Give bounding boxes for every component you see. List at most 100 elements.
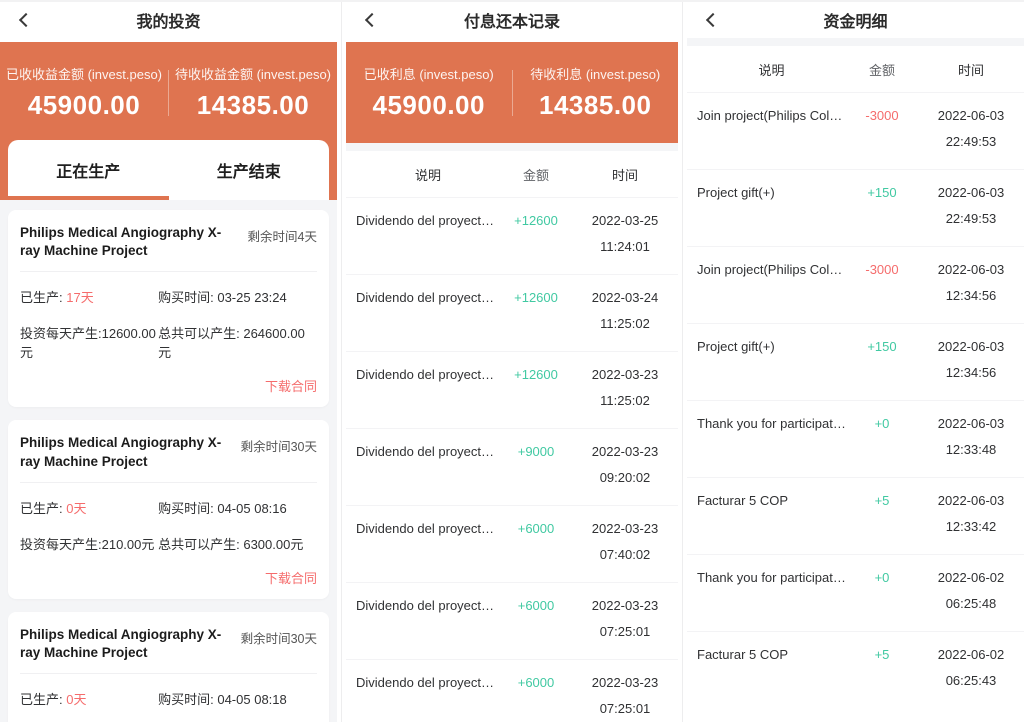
record-description: Join project(Philips Color Porta...: [697, 108, 846, 123]
table-row: Project gift(+) +150 2022-06-03 22:49:53: [687, 169, 1024, 246]
record-time: 2022-06-03 12:34:56: [937, 339, 1005, 380]
project-list: Philips Medical Angiography X-ray Machin…: [0, 200, 337, 722]
table-row: Facturar 5 COP +5 2022-06-02 06:25:43: [687, 631, 1024, 708]
table-header: 说明 金额 时间: [687, 46, 1024, 92]
table-header: 说明 金额 时间: [346, 151, 678, 197]
record-amount: +6000: [517, 675, 555, 690]
record-description: Dividendo del proyecto-(Philips...: [356, 290, 500, 305]
table-row: Thank you for participating, pri... +0 2…: [687, 554, 1024, 631]
col-header-description: 说明: [414, 167, 441, 183]
record-description: Facturar 5 COP: [697, 647, 789, 662]
record-amount: -3000: [865, 262, 899, 277]
back-button[interactable]: [356, 2, 384, 38]
back-button[interactable]: [697, 2, 725, 38]
screen-my-investment: 我的投资 已收收益金额 (invest.peso) 45900.00 待收收益金…: [0, 2, 337, 722]
record-description: Dividendo del proyecto-(Philips...: [356, 521, 500, 536]
project-title: Philips Medical Angiography X-ray Machin…: [20, 435, 222, 469]
total-output: 总共可以产生: 264600.00元: [158, 326, 305, 361]
col-header-time: 时间: [611, 167, 638, 183]
screen-fund-details: 资金明细 说明 金额 时间 Join project(Philips Color…: [687, 2, 1024, 722]
record-time: 2022-06-02 06:25:48: [937, 570, 1005, 611]
record-description: Project gift(+): [697, 339, 775, 354]
tab-production-ended[interactable]: 生产结束: [169, 140, 330, 200]
table-row: Dividendo del proyecto-(Philips... +6000…: [346, 659, 678, 722]
stat-received-interest: 已收利息 (invest.peso) 45900.00: [346, 64, 512, 121]
produced-days: 已生产: 17天: [20, 290, 94, 306]
nav-bar: 付息还本记录: [346, 2, 678, 38]
section-spacer: [346, 143, 678, 151]
screen-interest-records: 付息还本记录 已收利息 (invest.peso) 45900.00 待收利息 …: [346, 2, 678, 722]
record-description: Dividendo del proyecto-(Philips...: [356, 675, 500, 690]
nav-bar: 资金明细: [687, 2, 1024, 38]
record-time: 2022-03-23 11:25:02: [591, 367, 659, 408]
table-row: Join project(Philips Color Porta... -300…: [687, 246, 1024, 323]
record-amount: -3000: [865, 108, 899, 123]
record-amount: +9000: [517, 444, 555, 459]
project-title: Philips Medical Angiography X-ray Machin…: [20, 626, 222, 661]
chevron-left-icon: [18, 12, 34, 28]
record-time: 2022-06-03 12:34:56: [937, 262, 1005, 303]
page-title: 付息还本记录: [463, 14, 560, 31]
record-time: 2022-03-24 11:25:02: [591, 290, 659, 331]
stat-label: 待收利息 (invest.peso): [530, 67, 661, 82]
download-contract-link[interactable]: 下载合同: [20, 376, 317, 395]
record-description: Dividendo del proyecto-(Philips...: [356, 367, 500, 382]
record-amount: +12600: [514, 213, 558, 228]
record-amount: +5: [874, 493, 890, 508]
record-amount: +6000: [517, 521, 555, 536]
daily-output: 投资每天产生:210.00元: [20, 536, 155, 552]
earnings-summary-card: 已收收益金额 (invest.peso) 45900.00 待收收益金额 (in…: [0, 42, 337, 200]
table-row: Dividendo del proyecto-(Philips... +9000…: [346, 428, 678, 505]
page-title: 资金明细: [823, 14, 888, 31]
record-description: Facturar 5 COP: [697, 493, 789, 508]
record-description: Join project(Philips Color Porta...: [697, 262, 846, 277]
table-row: Join project(Philips Color Porta... -300…: [687, 92, 1024, 169]
record-description: Dividendo del proyecto-(Philips...: [356, 598, 500, 613]
stat-received: 已收收益金额 (invest.peso) 45900.00: [0, 64, 168, 121]
card-divider: [20, 271, 317, 273]
nav-bar: 我的投资: [0, 2, 337, 38]
three-screen-layout: 我的投资 已收收益金额 (invest.peso) 45900.00 待收收益金…: [0, 0, 1024, 722]
project-title: Philips Medical Angiography X-ray Machin…: [20, 225, 222, 259]
tabs-card: 正在生产 生产结束: [8, 140, 329, 200]
table-row: Dividendo del proyecto-(Philips... +1260…: [346, 274, 678, 351]
project-card: Philips Medical Angiography X-ray Machin…: [8, 210, 329, 408]
project-card: Philips Medical Angiography X-ray Machin…: [8, 611, 329, 722]
stat-value: 14385.00: [196, 90, 310, 120]
col-header-amount: 金额: [868, 62, 895, 78]
record-description: Thank you for participating, pri...: [697, 570, 846, 585]
tab-label: 生产结束: [216, 164, 281, 181]
record-time: 2022-03-23 09:20:02: [591, 444, 659, 485]
page-title: 我的投资: [136, 14, 201, 31]
record-amount: +0: [874, 570, 890, 585]
remaining-time-label: 剩余时间4天: [247, 230, 317, 244]
stat-pending: 待收收益金额 (invest.peso) 14385.00: [169, 64, 337, 121]
record-description: Dividendo del proyecto-(Philips...: [356, 213, 500, 228]
stat-value: 45900.00: [27, 90, 141, 120]
stat-label: 待收收益金额 (invest.peso): [174, 67, 332, 82]
back-button[interactable]: [10, 2, 38, 38]
record-time: 2022-03-25 11:24:01: [591, 213, 659, 254]
interest-record-list: Dividendo del proyecto-(Philips... +1260…: [346, 197, 678, 722]
screen-separator: [337, 2, 346, 722]
record-description: Project gift(+): [697, 185, 775, 200]
stats-row: 已收利息 (invest.peso) 45900.00 待收利息 (invest…: [346, 42, 678, 121]
record-amount: +12600: [514, 367, 558, 382]
record-amount: +150: [867, 339, 897, 354]
col-header-time: 时间: [957, 62, 984, 78]
daily-output: 投资每天产生:12600.00元: [20, 326, 156, 361]
card-divider: [20, 673, 317, 675]
table-row: Dividendo del proyecto-(Philips... +1260…: [346, 197, 678, 274]
tab-in-production[interactable]: 正在生产: [8, 140, 169, 200]
record-time: 2022-06-03 12:33:42: [937, 493, 1005, 534]
chevron-left-icon: [705, 12, 721, 28]
table-row: Dividendo del proyecto-(Philips... +6000…: [346, 582, 678, 659]
table-row: Dividendo del proyecto-(Philips... +1260…: [346, 351, 678, 428]
project-card: Philips Medical Angiography X-ray Machin…: [8, 420, 329, 599]
stat-pending-interest: 待收利息 (invest.peso) 14385.00: [513, 64, 679, 121]
record-time: 2022-06-03 22:49:53: [937, 108, 1005, 149]
record-amount: +5: [874, 647, 890, 662]
stat-value: 45900.00: [372, 90, 485, 120]
purchase-time: 购买时间: 03-25 23:24: [158, 290, 287, 306]
download-contract-link[interactable]: 下载合同: [20, 568, 317, 587]
